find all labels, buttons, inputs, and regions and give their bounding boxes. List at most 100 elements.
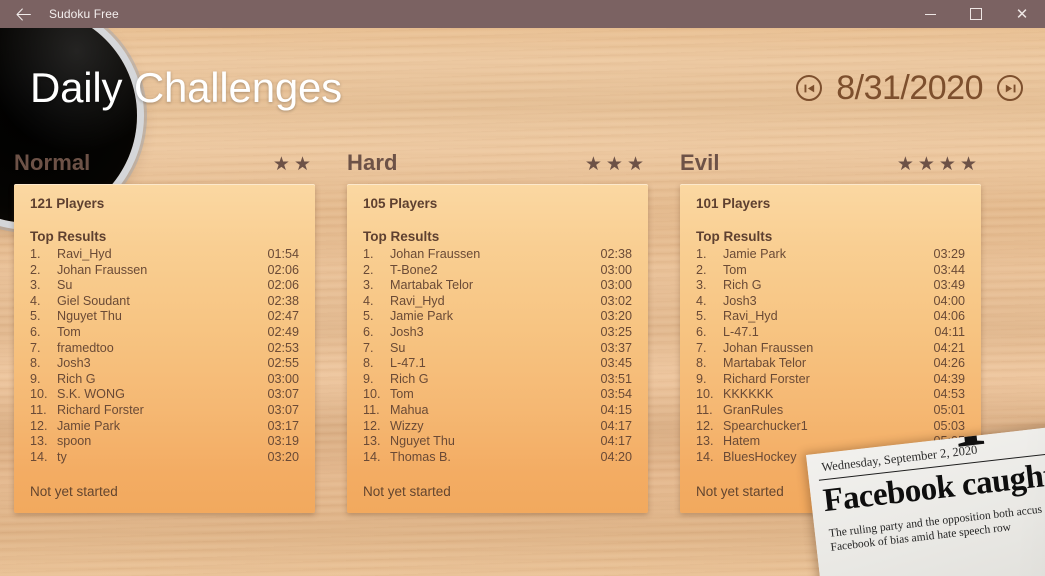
player-name: Richard Forster xyxy=(57,402,144,417)
player-name: Johan Fraussen xyxy=(723,340,814,355)
skip-next-icon xyxy=(1005,84,1015,92)
player-name: Ravi_Hyd xyxy=(723,309,778,324)
result-row: 9. Rich G 03:00 xyxy=(30,372,299,388)
completion-time: 04:15 xyxy=(600,402,632,417)
player-name: framedtoo xyxy=(57,340,114,355)
player-name: Johan Fraussen xyxy=(390,247,481,261)
completion-time: 02:06 xyxy=(267,278,299,293)
completion-time: 03:25 xyxy=(600,324,632,339)
rank: 1. xyxy=(30,247,41,261)
result-row: 8. Martabak Telor 04:26 xyxy=(696,356,965,372)
app-window: Sudoku Free ✕ Daily Challenges 8/31/2020 xyxy=(0,0,1045,576)
result-row: 4. Giel Soudant 02:38 xyxy=(30,294,299,310)
completion-time: 02:49 xyxy=(267,324,299,339)
player-name: Ravi_Hyd xyxy=(390,293,445,308)
player-name: L-47.1 xyxy=(390,356,426,371)
close-button[interactable]: ✕ xyxy=(999,0,1045,28)
rank: 13. xyxy=(363,434,381,449)
result-row: 7. framedtoo 02:53 xyxy=(30,341,299,357)
completion-time: 02:55 xyxy=(267,356,299,371)
leaderboard-panel-hard[interactable]: 105 Players Top Results 1. Johan Fraussen… xyxy=(347,184,648,514)
completion-time: 03:19 xyxy=(267,434,299,449)
page-header: Daily Challenges 8/31/2020 xyxy=(0,55,1045,121)
completion-time: 05:01 xyxy=(933,402,965,417)
completion-time: 03:17 xyxy=(267,418,299,433)
maximize-icon xyxy=(970,8,982,20)
completion-time: 03:02 xyxy=(600,293,632,308)
rank: 8. xyxy=(363,356,374,371)
result-row: 4. Ravi_Hyd 03:02 xyxy=(363,294,632,310)
rank: 10. xyxy=(30,387,48,402)
result-row: 2. T-Bone2 03:00 xyxy=(363,263,632,279)
completion-time: 03:49 xyxy=(933,278,965,293)
result-row: 2. Johan Fraussen 02:06 xyxy=(30,263,299,279)
completion-time: 02:38 xyxy=(267,293,299,308)
player-name: KKKKKK xyxy=(723,387,774,402)
result-row: 10. Tom 03:54 xyxy=(363,387,632,403)
player-name: Jamie Park xyxy=(723,247,786,261)
result-row: 6. L-47.1 04:11 xyxy=(696,325,965,341)
rank: 9. xyxy=(30,371,41,386)
previous-day-button[interactable] xyxy=(796,75,823,101)
results-list: 1. Ravi_Hyd 01:54 2. Johan Fraussen 02:06 3.… xyxy=(30,247,299,465)
rank: 11. xyxy=(363,402,380,417)
rank: 7. xyxy=(30,340,41,355)
result-row: 14. ty 03:20 xyxy=(30,450,299,466)
player-name: T-Bone2 xyxy=(390,262,438,277)
player-name: S.K. WONG xyxy=(57,387,125,402)
result-row: 3. Martabak Telor 03:00 xyxy=(363,278,632,294)
rank: 11. xyxy=(30,402,47,417)
result-row: 6. Josh3 03:25 xyxy=(363,325,632,341)
next-day-button[interactable] xyxy=(997,75,1023,101)
result-row: 9. Richard Forster 04:39 xyxy=(696,372,965,388)
result-row: 11. GranRules 05:01 xyxy=(696,403,965,419)
result-row: 9. Rich G 03:51 xyxy=(363,372,632,388)
rank: 3. xyxy=(696,278,707,293)
page-title: Daily Challenges xyxy=(30,64,342,111)
completion-time: 03:29 xyxy=(933,247,965,261)
completion-time: 04:06 xyxy=(933,309,965,324)
challenge-status: Not yet started xyxy=(363,484,451,500)
maximize-button[interactable] xyxy=(953,0,999,28)
player-name: Spearchucker1 xyxy=(723,418,808,433)
result-row: 3. Su 02:06 xyxy=(30,278,299,294)
player-name: Thomas B. xyxy=(390,449,451,464)
rank: 13. xyxy=(30,434,48,449)
app-title: Sudoku Free xyxy=(49,7,119,21)
date-navigation: 8/31/2020 xyxy=(796,69,1023,108)
completion-time: 01:54 xyxy=(267,247,299,261)
rank: 4. xyxy=(30,293,41,308)
completion-time: 02:06 xyxy=(267,262,299,277)
completion-time: 03:20 xyxy=(600,309,632,324)
column-header-hard: Hard ★★★ xyxy=(333,150,666,184)
rank: 9. xyxy=(363,371,374,386)
completion-time: 03:20 xyxy=(267,449,299,464)
rank: 12. xyxy=(363,418,381,433)
top-results-label: Top Results xyxy=(363,229,440,244)
rank: 5. xyxy=(363,309,374,324)
result-row: 10. S.K. WONG 03:07 xyxy=(30,387,299,403)
result-row: 13. Nguyet Thu 04:17 xyxy=(363,434,632,450)
result-row: 4. Josh3 04:00 xyxy=(696,294,965,310)
top-results-label: Top Results xyxy=(30,229,107,244)
player-name: Jamie Park xyxy=(57,418,120,433)
completion-time: 03:00 xyxy=(600,278,632,293)
player-name: Rich G xyxy=(390,371,429,386)
completion-time: 03:00 xyxy=(267,371,299,386)
result-row: 13. spoon 03:19 xyxy=(30,434,299,450)
result-row: 6. Tom 02:49 xyxy=(30,325,299,341)
back-button[interactable] xyxy=(0,0,46,28)
skip-previous-icon xyxy=(804,84,814,92)
completion-time: 03:51 xyxy=(600,371,632,386)
player-count: 105 Players xyxy=(363,196,438,211)
player-name: Wizzy xyxy=(390,418,424,433)
player-name: Josh3 xyxy=(390,324,424,339)
player-name: Rich G xyxy=(57,371,96,386)
current-date: 8/31/2020 xyxy=(836,68,983,107)
challenge-status: Not yet started xyxy=(30,484,118,500)
player-count: 101 Players xyxy=(696,196,771,211)
completion-time: 04:39 xyxy=(933,371,965,386)
completion-time: 03:00 xyxy=(600,262,632,277)
minimize-button[interactable] xyxy=(907,0,953,28)
leaderboard-panel-normal[interactable]: 121 Players Top Results 1. Ravi_Hyd 01:54 … xyxy=(14,184,315,514)
